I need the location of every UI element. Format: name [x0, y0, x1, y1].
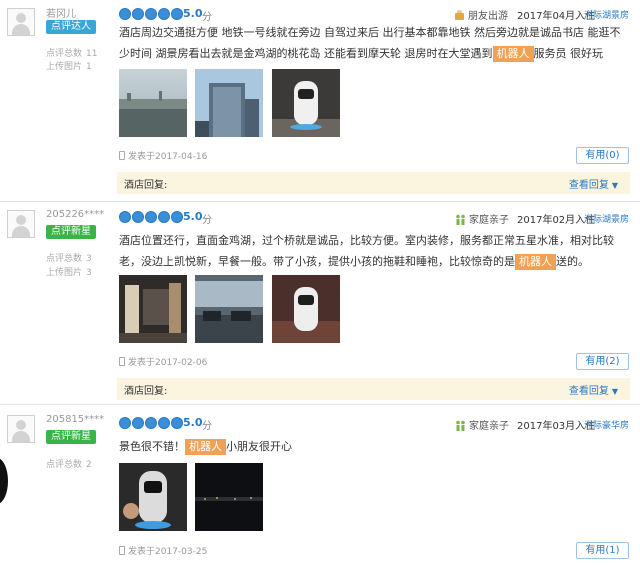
star-icon: [158, 417, 170, 429]
review-photo[interactable]: [272, 275, 340, 343]
hotel-reply-label: 酒店回复:: [124, 180, 168, 191]
review-card: 205226**** 点评新星 点评总数 3 上传图片 3 5.0 分 家庭亲子 2…: [0, 205, 640, 401]
rating-unit: 分: [202, 215, 212, 226]
star-icon: [132, 211, 144, 223]
posted-date: 发表于2017-02-06: [119, 355, 207, 368]
star-icon: [171, 417, 183, 429]
review-photo[interactable]: [195, 463, 263, 531]
phone-icon: [119, 546, 125, 555]
view-reply-link[interactable]: 查看回复 ▼: [569, 176, 618, 191]
rating-unit: 分: [202, 421, 212, 432]
review-text: 酒店位置还行，直面金鸡湖，过个桥就是诚品，比较方便。室内装修，服务都正常五星水准…: [119, 234, 614, 270]
user-review-count: 点评总数 3: [46, 254, 92, 264]
posted-date: 发表于2017-04-16: [119, 149, 207, 162]
review-text: 酒店周边交通挺方便 地铁一号线就在旁边 自驾过来后 出行基本都靠地铁 然后旁边就…: [119, 26, 621, 62]
rating-score: 5.0: [183, 416, 203, 429]
useful-button[interactable]: 有用(2): [576, 353, 629, 370]
family-icon: [456, 214, 465, 225]
luggage-icon: [455, 10, 464, 20]
star-icon: [171, 8, 183, 20]
avatar[interactable]: [7, 210, 35, 238]
user-badge: 点评达人: [46, 20, 96, 34]
star-icon: [145, 8, 157, 20]
user-name[interactable]: 205226****: [46, 209, 104, 220]
rating-unit: 分: [202, 12, 212, 23]
star-icon: [145, 417, 157, 429]
caret-down-icon: ▼: [611, 181, 618, 190]
user-name[interactable]: 若冈儿: [46, 5, 76, 20]
divider: [0, 404, 640, 405]
hotel-reply-bar: 酒店回复: 查看回复 ▼: [117, 172, 630, 194]
view-reply-link[interactable]: 查看回复 ▼: [569, 382, 618, 397]
star-icon: [132, 417, 144, 429]
caret-down-icon: ▼: [611, 387, 618, 396]
user-name[interactable]: 205815****: [46, 414, 104, 425]
posted-date: 发表于2017-03-25: [119, 544, 207, 557]
review-photo[interactable]: [119, 69, 187, 137]
review-text: 景色很不错！ 机器人 小朋友很开心: [119, 439, 292, 455]
rating-stars: [119, 211, 183, 223]
star-icon: [119, 8, 131, 20]
trip-type: 朋友出游: [454, 7, 508, 22]
highlight-keyword: 机器人: [515, 254, 556, 270]
star-icon: [132, 8, 144, 20]
rating-score: 5.0: [183, 210, 203, 223]
review-card: 若冈儿 点评达人 点评总数 11 上传图片 1 5.0 分 朋友出游 2017年04…: [0, 0, 640, 200]
hotel-reply-label: 酒店回复:: [124, 386, 168, 397]
user-review-count: 点评总数 11: [46, 49, 98, 59]
star-icon: [119, 417, 131, 429]
room-type-link[interactable]: 洲际湖景房: [584, 212, 629, 225]
trip-type: 家庭亲子: [455, 211, 509, 226]
star-icon: [158, 8, 170, 20]
user-review-count: 点评总数 2: [46, 460, 92, 470]
family-icon: [456, 420, 465, 431]
review-photo[interactable]: [272, 69, 340, 137]
star-icon: [171, 211, 183, 223]
room-type-link[interactable]: 洲际豪华房: [584, 418, 629, 431]
hotel-reply-bar: 酒店回复: 查看回复 ▼: [117, 378, 630, 400]
room-type-link[interactable]: 洲际湖景房: [584, 8, 629, 21]
user-badge: 点评新星: [46, 430, 96, 444]
user-badge: 点评新星: [46, 225, 96, 239]
rating-score: 5.0: [183, 7, 203, 20]
highlight-keyword: 机器人: [185, 439, 226, 455]
star-icon: [145, 211, 157, 223]
divider: [0, 201, 640, 202]
useful-button[interactable]: 有用(0): [576, 147, 629, 164]
highlight-keyword: 机器人: [492, 46, 534, 62]
user-photo-count: 上传图片 1: [46, 62, 92, 72]
review-photo[interactable]: [195, 69, 263, 137]
rating-stars: [119, 8, 183, 20]
avatar[interactable]: [7, 8, 35, 36]
phone-icon: [119, 357, 125, 366]
phone-icon: [119, 151, 125, 160]
review-photo[interactable]: [119, 275, 187, 343]
trip-type: 家庭亲子: [455, 417, 509, 432]
useful-button[interactable]: 有用(1): [576, 542, 629, 559]
star-icon: [158, 211, 170, 223]
review-photo[interactable]: [119, 463, 187, 531]
user-photo-count: 上传图片 3: [46, 268, 92, 278]
review-photo[interactable]: [195, 275, 263, 343]
avatar[interactable]: [7, 415, 35, 443]
star-icon: [119, 211, 131, 223]
rating-stars: [119, 417, 183, 429]
review-card: 205815**** 点评新星 点评总数 2 5.0 分 家庭亲子 2017年03…: [0, 408, 640, 565]
